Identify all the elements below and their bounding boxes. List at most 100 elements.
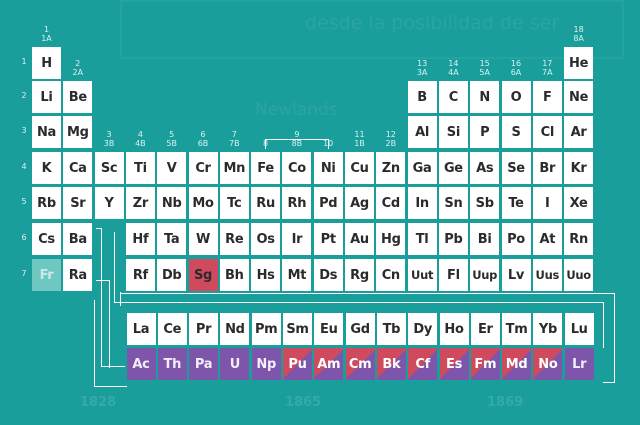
- element-symbol: Rf: [132, 267, 148, 283]
- element-cd: Cd: [376, 187, 406, 219]
- element-symbol: Se: [507, 160, 525, 176]
- element-rb: Rb: [32, 187, 61, 219]
- group-alt-label: 4A: [448, 68, 459, 77]
- element-mt: Mt: [282, 259, 312, 291]
- element-cr: Cr: [188, 152, 218, 184]
- element-symbol: Zn: [381, 160, 400, 176]
- group-number: 9: [294, 130, 300, 139]
- element-hs: Hs: [251, 259, 281, 291]
- element-symbol: Fl: [447, 267, 460, 283]
- element-symbol: Yb: [538, 321, 557, 337]
- element-lr: Lr: [564, 348, 594, 380]
- period-label: 1: [21, 57, 27, 66]
- element-symbol: Hg: [381, 231, 401, 247]
- element-symbol: Cl: [540, 124, 555, 140]
- element-in: In: [407, 187, 437, 219]
- element-symbol: C: [448, 89, 459, 105]
- element-fm: Fm: [470, 348, 500, 380]
- element-symbol: Tc: [227, 195, 242, 211]
- group-8-10-bracket: [265, 139, 267, 149]
- element-si: Si: [438, 116, 468, 148]
- element-symbol: Nd: [225, 321, 245, 337]
- element-he: He: [564, 47, 594, 79]
- group-number: 12: [385, 130, 396, 139]
- element-symbol: W: [195, 231, 211, 247]
- element-symbol: Rh: [287, 195, 307, 211]
- element-symbol: Zr: [132, 195, 149, 211]
- element-re: Re: [219, 223, 249, 255]
- period-label: 6: [21, 233, 27, 242]
- element-tc: Tc: [219, 187, 249, 219]
- element-gd: Gd: [345, 313, 375, 345]
- element-symbol: Fe: [257, 160, 274, 176]
- element-symbol: U: [229, 356, 241, 372]
- element-symbol: Sb: [475, 195, 494, 211]
- element-np: Np: [251, 348, 281, 380]
- element-sn: Sn: [438, 187, 468, 219]
- element-symbol: F: [543, 89, 552, 105]
- group-alt-label: 6B: [197, 139, 209, 148]
- connector-line: [109, 280, 110, 368]
- element-sg: Sg: [188, 259, 218, 291]
- element-symbol: Lu: [570, 321, 588, 337]
- element-symbol: Ti: [134, 160, 147, 176]
- element-at: At: [532, 223, 562, 255]
- element-cf: Cf: [408, 348, 438, 380]
- element-symbol: Uus: [535, 268, 560, 282]
- element-symbol: Ne: [569, 89, 589, 105]
- element-symbol: Uuo: [566, 268, 591, 282]
- group-label-3: 3 3B: [95, 130, 124, 148]
- element-na: Na: [32, 116, 61, 148]
- element-p: P: [470, 116, 500, 148]
- group-alt-label: 1B: [354, 139, 365, 148]
- element-rf: Rf: [125, 259, 155, 291]
- element-symbol: Li: [40, 89, 53, 105]
- element-cu: Cu: [345, 152, 374, 184]
- group-number: 1: [43, 25, 50, 34]
- element-symbol: Ho: [444, 321, 464, 337]
- group-label-7: 7 7B: [220, 130, 249, 148]
- element-u: U: [220, 348, 250, 380]
- element-pd: Pd: [313, 187, 343, 219]
- group-number: 18: [573, 25, 584, 34]
- element-rh: Rh: [282, 187, 312, 219]
- element-bi: Bi: [470, 223, 500, 255]
- element-rn: Rn: [564, 223, 594, 255]
- element-symbol: Be: [68, 89, 87, 105]
- connector-line: [96, 280, 110, 281]
- element-symbol: Fm: [474, 356, 497, 372]
- element-be: Be: [63, 81, 93, 113]
- element-ho: Ho: [439, 313, 469, 345]
- element-ba: Ba: [63, 223, 93, 255]
- group-8-10-bracket: [327, 139, 329, 149]
- element-sb: Sb: [470, 187, 500, 219]
- element-uup: Uup: [470, 259, 500, 291]
- element-symbol: Hs: [256, 267, 275, 283]
- element-ir: Ir: [282, 223, 312, 255]
- element-symbol: Gd: [350, 321, 370, 337]
- connector-line: [120, 292, 121, 306]
- element-as: As: [470, 152, 500, 184]
- element-symbol: Po: [507, 231, 525, 247]
- element-tl: Tl: [407, 223, 437, 255]
- element-symbol: Ru: [256, 195, 275, 211]
- element-nd: Nd: [220, 313, 250, 345]
- element-symbol: Ir: [291, 231, 303, 247]
- element-uut: Uut: [407, 259, 437, 291]
- element-symbol: K: [41, 160, 52, 176]
- element-symbol: Ds: [319, 267, 338, 283]
- element-symbol: He: [569, 55, 589, 71]
- element-symbol: Tm: [505, 321, 528, 337]
- element-symbol: Tl: [415, 231, 429, 247]
- element-s: S: [501, 116, 531, 148]
- element-hg: Hg: [376, 223, 406, 255]
- element-ag: Ag: [345, 187, 374, 219]
- element-symbol: Ba: [68, 231, 87, 247]
- element-ne: Ne: [564, 81, 594, 113]
- element-symbol: Ac: [132, 356, 150, 372]
- group-label-16: 16 6A: [502, 59, 531, 77]
- element-eu: Eu: [314, 313, 344, 345]
- group-alt-label: 3B: [103, 139, 115, 148]
- element-uus: Uus: [532, 259, 562, 291]
- element-ac: Ac: [126, 348, 156, 380]
